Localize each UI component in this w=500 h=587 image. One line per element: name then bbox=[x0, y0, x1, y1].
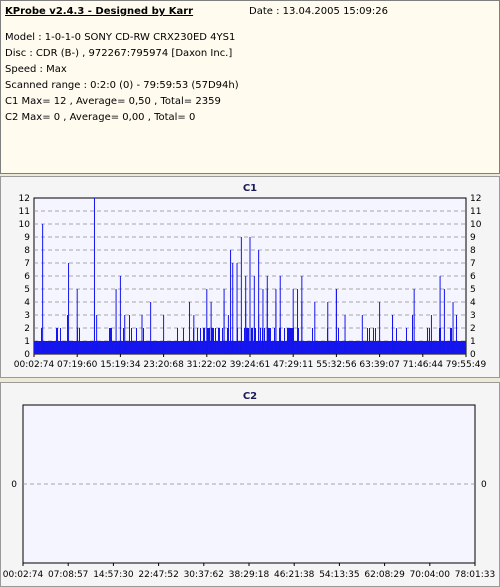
c1-ytick-right: 1 bbox=[470, 337, 476, 347]
c2-xtick-label: 70:04:00 bbox=[410, 570, 451, 580]
c1-xtick-label: 71:46:44 bbox=[403, 360, 444, 370]
c1-ytick-right: 7 bbox=[470, 259, 476, 269]
report-info-panel: KProbe v2.4.3 - Designed by Karr Date : … bbox=[0, 0, 500, 174]
c2-xtick-label: 00:02:74 bbox=[3, 570, 44, 580]
c1-ytick-left: 12 bbox=[19, 194, 30, 204]
c1-xtick-label: 47:29:11 bbox=[273, 360, 313, 370]
c2-xtick-label: 07:08:57 bbox=[48, 570, 88, 580]
c2-xtick-label: 62:08:29 bbox=[364, 570, 405, 580]
c1-ytick-left: 4 bbox=[24, 298, 30, 308]
info-model: Model : 1-0-1-0 SONY CD-RW CRX230ED 4YS1 bbox=[5, 32, 236, 43]
c1-ytick-left: 1 bbox=[24, 337, 30, 347]
c2-xtick-label: 54:13:35 bbox=[319, 570, 359, 580]
report-date: Date : 13.04.2005 15:09:26 bbox=[249, 6, 388, 17]
c1-xtick-label: 39:24:61 bbox=[230, 360, 270, 370]
c2-xtick-label: 14:57:30 bbox=[93, 570, 134, 580]
c1-ytick-right: 9 bbox=[470, 233, 476, 243]
c1-xtick-label: 23:20:68 bbox=[143, 360, 184, 370]
c1-ytick-right: 3 bbox=[470, 311, 476, 321]
c1-ytick-left: 8 bbox=[24, 246, 30, 256]
c1-xtick-label: 55:32:56 bbox=[316, 360, 357, 370]
c1-xtick-label: 15:19:34 bbox=[100, 360, 141, 370]
c1-ytick-left: 9 bbox=[24, 233, 30, 243]
c2-chart: 0 0 00:02:74 07:08:57 14:57:30 22:47:52 30:37:… bbox=[3, 404, 495, 580]
c1-ytick-right: 6 bbox=[470, 272, 476, 282]
c1-ytick-left: 6 bbox=[24, 272, 30, 282]
c1-ytick-left: 11 bbox=[19, 207, 30, 217]
c2-chart-panel: C2 0 0 00:02:74 07:08:57 14:57:30 22:47:52 30:… bbox=[0, 382, 500, 587]
c1-ytick-right: 4 bbox=[470, 298, 476, 308]
c2-xtick-label: 22:47:52 bbox=[138, 570, 178, 580]
c1-chart-panel: C1 0 0 1 1 2 2 3 3 4 4 5 5 6 6 7 7 8 8 9 9 10 10 11 11 12 12 00:02… bbox=[0, 176, 500, 378]
c1-ytick-right: 5 bbox=[470, 285, 476, 295]
c1-ytick-right: 10 bbox=[470, 220, 482, 230]
c1-xtick-label: 63:39:07 bbox=[359, 360, 399, 370]
c1-ytick-right: 11 bbox=[470, 207, 481, 217]
c2-ytick-left: 0 bbox=[11, 480, 17, 490]
c1-ytick-left: 2 bbox=[24, 324, 30, 334]
c1-chart: 0 01 12 23 34 45 56 67 78 89 910 1011 1112 1200:02:74… bbox=[14, 194, 487, 370]
c1-ytick-left: 0 bbox=[24, 350, 30, 360]
c2-xtick-label: 46:21:38 bbox=[274, 570, 315, 580]
c1-xtick-label: 79:55:49 bbox=[446, 360, 487, 370]
app-header: KProbe v2.4.3 - Designed by Karr bbox=[5, 6, 194, 17]
info-c1-stats: C1 Max= 12 , Average= 0,50 , Total= 2359 bbox=[5, 96, 221, 107]
c1-xtick-label: 07:19:60 bbox=[57, 360, 98, 370]
c1-xtick-label: 31:22:02 bbox=[187, 360, 227, 370]
c2-ytick-right: 0 bbox=[481, 480, 487, 490]
info-scanned-range: Scanned range : 0:2:0 (0) - 79:59:53 (57… bbox=[5, 80, 239, 91]
info-speed: Speed : Max bbox=[5, 64, 67, 75]
info-disc: Disc : CDR (B-) , 972267:795974 [Daxon I… bbox=[5, 48, 233, 59]
c2-xtick-label: 30:37:62 bbox=[184, 570, 224, 580]
c1-ytick-right: 12 bbox=[470, 194, 481, 204]
c2-xtick-label: 38:29:18 bbox=[229, 570, 270, 580]
c1-ytick-right: 8 bbox=[470, 246, 476, 256]
c1-xtick-label: 00:02:74 bbox=[14, 360, 55, 370]
c2-xtick-label: 78:01:33 bbox=[455, 570, 495, 580]
c1-ytick-left: 3 bbox=[24, 311, 30, 321]
info-c2-stats: C2 Max= 0 , Average= 0,00 , Total= 0 bbox=[5, 112, 196, 123]
c1-ytick-right: 0 bbox=[470, 350, 476, 360]
c1-ytick-left: 10 bbox=[19, 220, 31, 230]
c1-ytick-right: 2 bbox=[470, 324, 476, 334]
c1-ytick-left: 7 bbox=[24, 259, 30, 269]
c1-ytick-left: 5 bbox=[24, 285, 30, 295]
